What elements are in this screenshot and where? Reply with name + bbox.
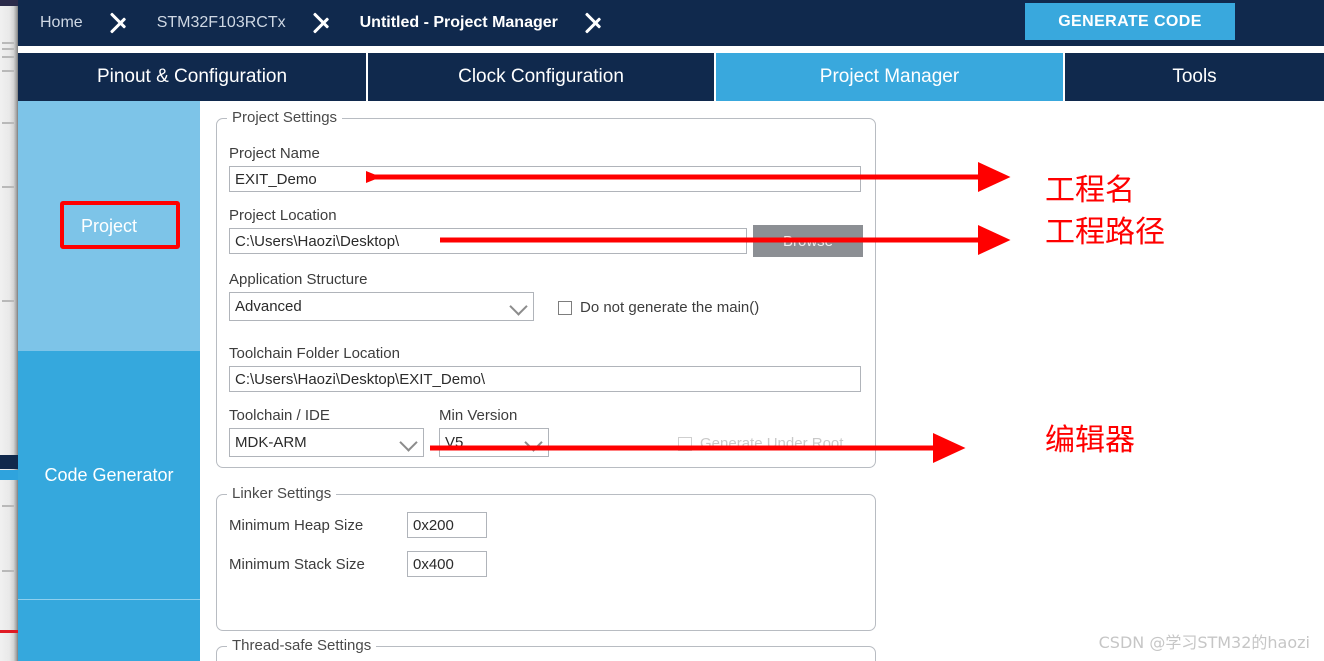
chevron-down-icon [524,432,543,452]
application-structure-label: Application Structure [229,271,368,288]
chevron-down-icon [509,296,528,316]
background-line [2,122,14,124]
toolchain-ide-select[interactable]: MDK-ARM [229,428,424,457]
minimum-heap-size-label: Minimum Heap Size [229,517,364,534]
stm32cubemx-window: Home STM32F103RCTx Untitled - Project Ma… [0,0,1324,661]
background-window-sliver [0,0,18,661]
sidebar-item-advanced-settings[interactable] [18,599,200,661]
background-blue-band [0,470,18,480]
min-version-label: Min Version [439,407,518,424]
generate-under-root-checkbox: Generate Under Root [678,435,843,452]
chevron-right-icon [312,0,338,46]
chevron-down-icon [399,432,418,452]
chevron-right-icon [584,0,610,46]
tab-project-manager[interactable]: Project Manager [716,53,1065,101]
background-line [2,186,14,188]
toolchain-folder-input[interactable]: C:\Users\Haozi\Desktop\EXIT_Demo\ [229,366,861,392]
background-line [2,42,14,44]
project-settings-legend: Project Settings [227,109,343,126]
project-location-input[interactable]: C:\Users\Haozi\Desktop\ [229,228,747,254]
sidebar-item-project[interactable]: Project [18,101,200,351]
generate-under-root-label: Generate Under Root [700,435,844,452]
linker-settings-group: Linker Settings Minimum Heap Size 0x200 … [216,485,876,631]
sidebar-item-code-generator[interactable]: Code Generator [18,351,200,599]
project-name-input[interactable]: EXIT_Demo [229,166,861,192]
background-line [2,48,14,50]
do-not-generate-main-label: Do not generate the main() [580,299,760,316]
background-titlebar [0,0,18,6]
browse-button[interactable]: Browse [753,225,863,257]
background-line [2,300,14,302]
thread-safe-settings-legend: Thread-safe Settings [227,637,377,654]
background-navy-band [0,455,18,469]
application-structure-value: Advanced [235,298,302,315]
tab-tools[interactable]: Tools [1065,53,1324,101]
minimum-stack-size-input[interactable]: 0x400 [407,551,487,577]
toolchain-folder-label: Toolchain Folder Location [229,345,400,362]
chevron-right-icon [109,0,135,46]
main-tab-bar: Pinout & Configuration Clock Configurati… [18,53,1324,101]
min-version-value: V5 [445,434,464,451]
background-red-band [0,630,18,633]
checkbox-box-icon [558,300,572,315]
background-line [2,570,14,572]
minimum-heap-size-input[interactable]: 0x200 [407,512,487,538]
background-line [2,56,14,58]
breadcrumb: Home STM32F103RCTx Untitled - Project Ma… [18,0,610,46]
project-location-label: Project Location [229,207,337,224]
breadcrumb-item-mcu[interactable]: STM32F103RCTx [135,0,312,46]
do-not-generate-main-checkbox[interactable]: Do not generate the main() [558,299,759,316]
min-version-select[interactable]: V5 [439,428,549,457]
breadcrumb-item-home[interactable]: Home [18,0,109,46]
breadcrumb-item-current[interactable]: Untitled - Project Manager [338,0,584,46]
toolchain-ide-value: MDK-ARM [235,434,307,451]
tab-clock-configuration[interactable]: Clock Configuration [368,53,716,101]
top-bar: Home STM32F103RCTx Untitled - Project Ma… [18,0,1324,46]
toolchain-ide-label: Toolchain / IDE [229,407,330,424]
background-line [2,70,14,72]
application-structure-select[interactable]: Advanced [229,292,534,321]
project-manager-panel: Project Settings Project Name EXIT_Demo … [200,101,1324,661]
project-settings-group: Project Settings Project Name EXIT_Demo … [216,109,876,468]
project-manager-sidebar: Project Code Generator [18,101,200,661]
tab-pinout-configuration[interactable]: Pinout & Configuration [18,53,368,101]
linker-settings-legend: Linker Settings [227,485,337,502]
background-line [2,505,14,507]
minimum-stack-size-label: Minimum Stack Size [229,556,365,573]
checkbox-box-icon [678,436,692,451]
generate-code-button[interactable]: GENERATE CODE [1025,3,1235,40]
project-name-label: Project Name [229,145,320,162]
thread-safe-settings-group: Thread-safe Settings [216,637,876,661]
